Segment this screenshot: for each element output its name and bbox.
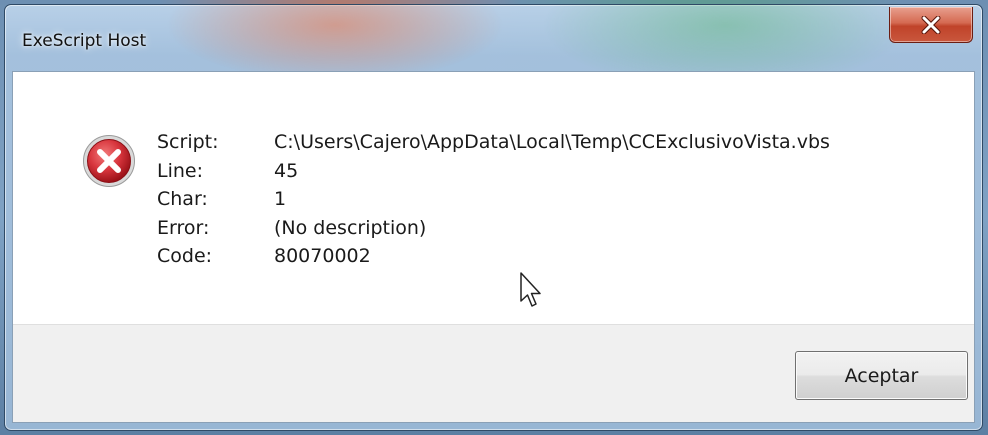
error-details: Script: C:\Users\Cajero\AppData\Local\Te… [157,128,830,271]
error-icon [83,135,135,187]
line-value: 45 [274,159,299,182]
script-row: Script: C:\Users\Cajero\AppData\Local\Te… [157,128,830,157]
char-row: Char: 1 [157,185,830,214]
code-value: 80070002 [274,245,371,267]
mouse-pointer-icon [520,272,541,307]
script-label: Script: [157,131,219,153]
line-row: Line: 45 [157,157,830,186]
error-value: (No description) [274,216,427,239]
char-value: 1 [274,188,287,210]
error-label: Error: [157,216,210,239]
line-label: Line: [157,159,203,182]
dialog-window: ExeScript Host Script: C:\Users\Cajero\A… [4,4,983,431]
window-title: ExeScript Host [22,31,147,51]
title-bar[interactable]: ExeScript Host [5,5,982,71]
aceptar-button[interactable]: Aceptar [795,351,968,400]
close-icon [921,15,941,34]
code-label: Code: [157,245,213,267]
dialog-client-area: Script: C:\Users\Cajero\AppData\Local\Te… [12,71,975,423]
error-row: Error: (No description) [157,214,830,243]
message-area: Script: C:\Users\Cajero\AppData\Local\Te… [13,72,974,326]
char-label: Char: [157,188,208,210]
close-button[interactable] [889,7,973,43]
code-row: Code: 80070002 [157,242,830,271]
button-bar: Aceptar [13,324,974,422]
script-value: C:\Users\Cajero\AppData\Local\Temp\CCExc… [274,131,830,153]
